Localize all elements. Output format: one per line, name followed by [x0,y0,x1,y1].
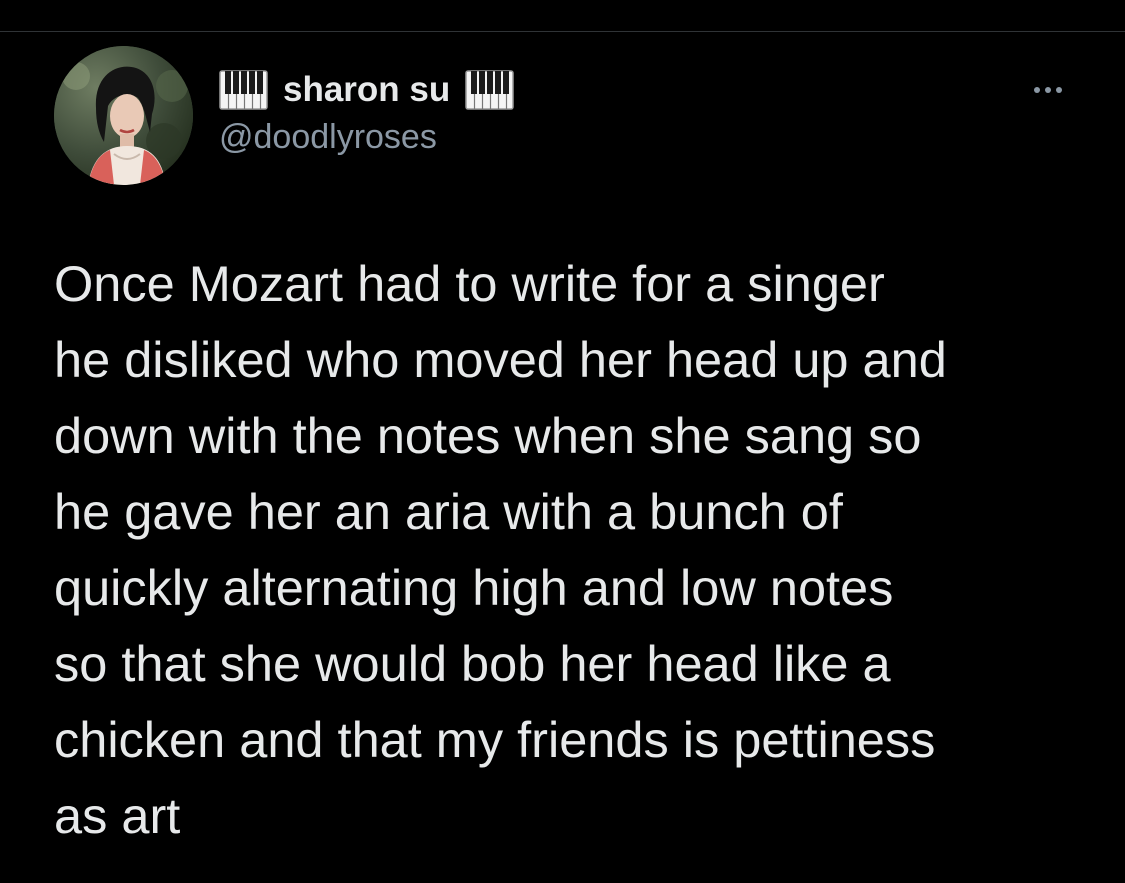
name-row[interactable]: sharon su [219,66,979,114]
author-display-name[interactable]: sharon su [283,70,450,110]
more-horizontal-icon [1056,87,1062,93]
top-divider [0,31,1125,32]
piano-keys-icon [219,70,268,110]
piano-keys-icon [465,70,515,110]
author-handle[interactable]: @doodlyroses [219,118,979,157]
avatar-photo [54,46,193,185]
tweet-page: sharon su @doodlyroses Once Mozart had t… [0,0,1125,883]
author-avatar[interactable] [54,46,193,185]
more-options-button[interactable] [1024,72,1072,108]
tweet-text: Once Mozart had to write for a singer he… [54,255,947,844]
more-horizontal-icon [1045,87,1051,93]
more-horizontal-icon [1034,87,1040,93]
author-info: sharon su @doodlyroses [219,66,979,157]
